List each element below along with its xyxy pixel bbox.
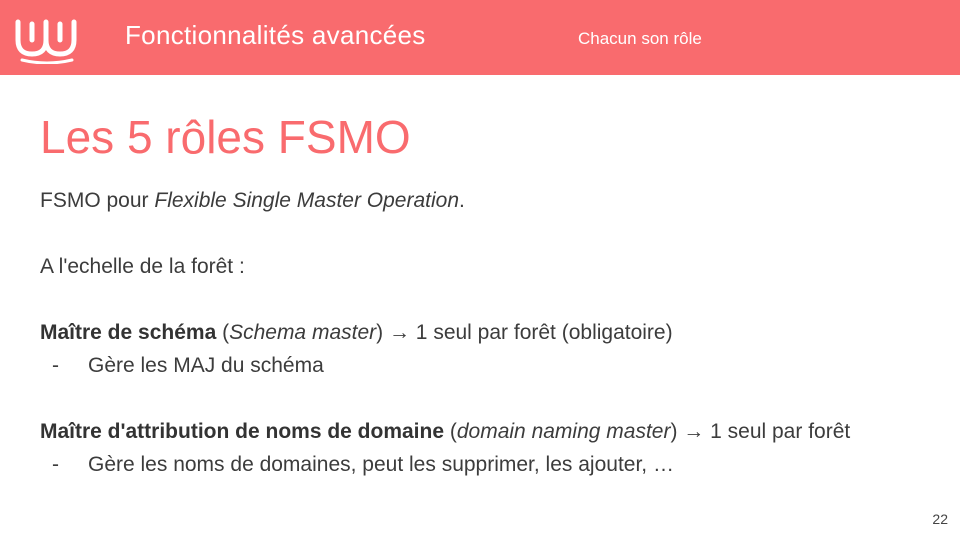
intro-suffix: .	[459, 189, 465, 212]
intro-prefix: FSMO pour	[40, 189, 155, 212]
bullet-dash: -	[52, 354, 59, 377]
logo-icon	[15, 19, 77, 64]
scope-line: A l'echelle de la forêt :	[40, 255, 245, 278]
role-rest: ) → 1 seul par forêt (obligatoire)	[376, 321, 673, 344]
role-name: Maître de schéma	[40, 321, 217, 344]
slide-title: Les 5 rôles FSMO	[40, 111, 411, 163]
bullet-dash: -	[52, 453, 59, 476]
role-line: Maître d'attribution de noms de domaine …	[40, 415, 930, 448]
page-number: 22	[932, 511, 948, 527]
role-paren: (	[216, 321, 230, 344]
intro-emphasis: Flexible Single Master Operation	[154, 189, 460, 212]
role-name: Maître d'attribution de noms de domaine	[40, 420, 445, 443]
header-title: Fonctionnalités avancées	[125, 20, 426, 50]
role-english: domain naming master	[456, 420, 671, 443]
slide-body: FSMO pour Flexible Single Master Operati…	[40, 184, 930, 481]
bullet-text: Gère les MAJ du schéma	[88, 354, 324, 377]
role-line: Maître de schéma (Schema master) → 1 seu…	[40, 316, 930, 349]
role-rest: ) → 1 seul par forêt	[670, 420, 851, 443]
role-bullet: - Gère les MAJ du schéma	[40, 349, 930, 382]
intro-line: FSMO pour Flexible Single Master Operati…	[40, 184, 930, 217]
bullet-text: Gère les noms de domaines, peut les supp…	[88, 453, 674, 476]
role-bullet: - Gère les noms de domaines, peut les sup…	[40, 448, 930, 481]
header-subtitle: Chacun son rôle	[578, 29, 702, 48]
role-paren: (	[444, 420, 457, 443]
role-english: Schema master	[229, 321, 377, 344]
header-bar: Fonctionnalités avancées Chacun son rôle	[0, 0, 960, 75]
